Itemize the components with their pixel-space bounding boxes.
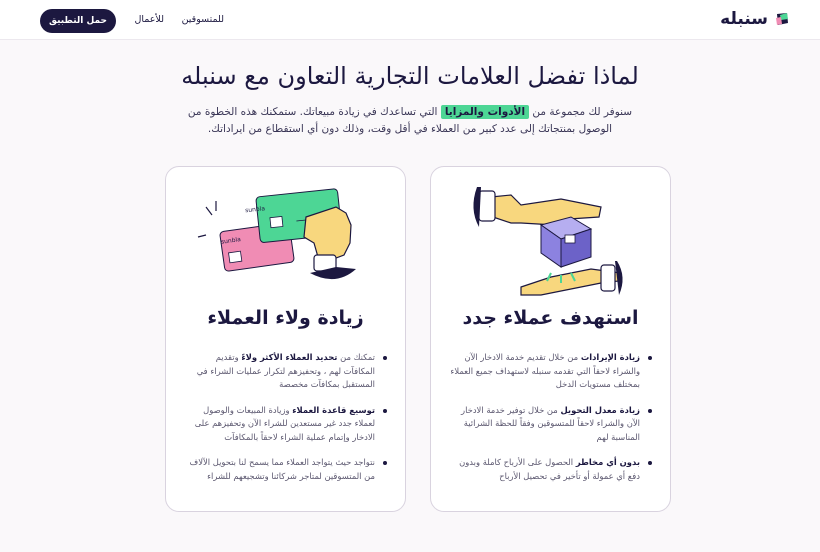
brand-name: سنبله [720,9,768,29]
nav-link-shoppers[interactable]: للمتسوقين [182,14,224,25]
bullet-bold: بدون أي مخاطر [575,457,640,467]
subtitle-pre: سنوفر لك مجموعة من [532,106,633,118]
logo-mark-icon [774,11,790,27]
list-item: بدون أي مخاطر الحصول على الأرباح كاملة و… [447,456,652,483]
list-item: تمكنك من تحديد العملاء الأكثر ولاءً وتقد… [182,351,387,392]
brand-logo[interactable]: سنبله [720,9,790,29]
bullet-bold: تحديد العملاء الأكثر ولاءً [241,352,338,362]
list-item: توسيع قاعدة العملاء وزيادة المبيعات والو… [182,404,387,445]
hands-holding-box-icon [451,177,651,297]
page-title: لماذا تفضل العلامات التجارية التعاون مع … [181,62,639,90]
subtitle-highlight: الأدوات والمزايا [440,105,530,119]
bullet-bold: زيادة معدل التحويل [560,404,640,415]
bullet-text: نتواجد حيث يتواجد العملاء مما يسمح لنا ب… [189,457,375,481]
card-new-customers: استهدف عملاء جدد زيادة الإيرادات من خلال… [430,166,671,512]
top-navbar: سنبله للمتسوقين للأعمال حمل التطبيق [0,0,820,40]
nav-link-business[interactable]: للأعمال [134,14,164,25]
card-title: استهدف عملاء جدد [462,307,639,329]
hand-holding-cards-icon: sunbla sunbla [186,177,386,297]
bullet-bold: توسيع قاعدة العملاء [292,404,375,415]
card-customer-loyalty: sunbla sunbla زيادة ولاء العملاء تمكنك م… [165,166,406,512]
download-app-button[interactable]: حمل التطبيق [40,9,116,33]
list-item: زيادة الإيرادات من خلال تقديم خدمة الادخ… [447,351,652,392]
bullet-pre: تمكنك من [340,352,375,362]
list-item: زيادة معدل التحويل من خلال توفير خدمة ال… [447,404,652,445]
card-title: زيادة ولاء العملاء [207,307,364,329]
benefits-list: تمكنك من تحديد العملاء الأكثر ولاءً وتقد… [182,351,387,495]
page-subtitle: سنوفر لك مجموعة من الأدوات والمزايا التي… [180,104,640,138]
list-item: نتواجد حيث يتواجد العملاء مما يسمح لنا ب… [182,456,387,483]
bullet-bold: زيادة الإيرادات [580,352,640,362]
benefits-list: زيادة الإيرادات من خلال تقديم خدمة الادخ… [447,351,652,495]
